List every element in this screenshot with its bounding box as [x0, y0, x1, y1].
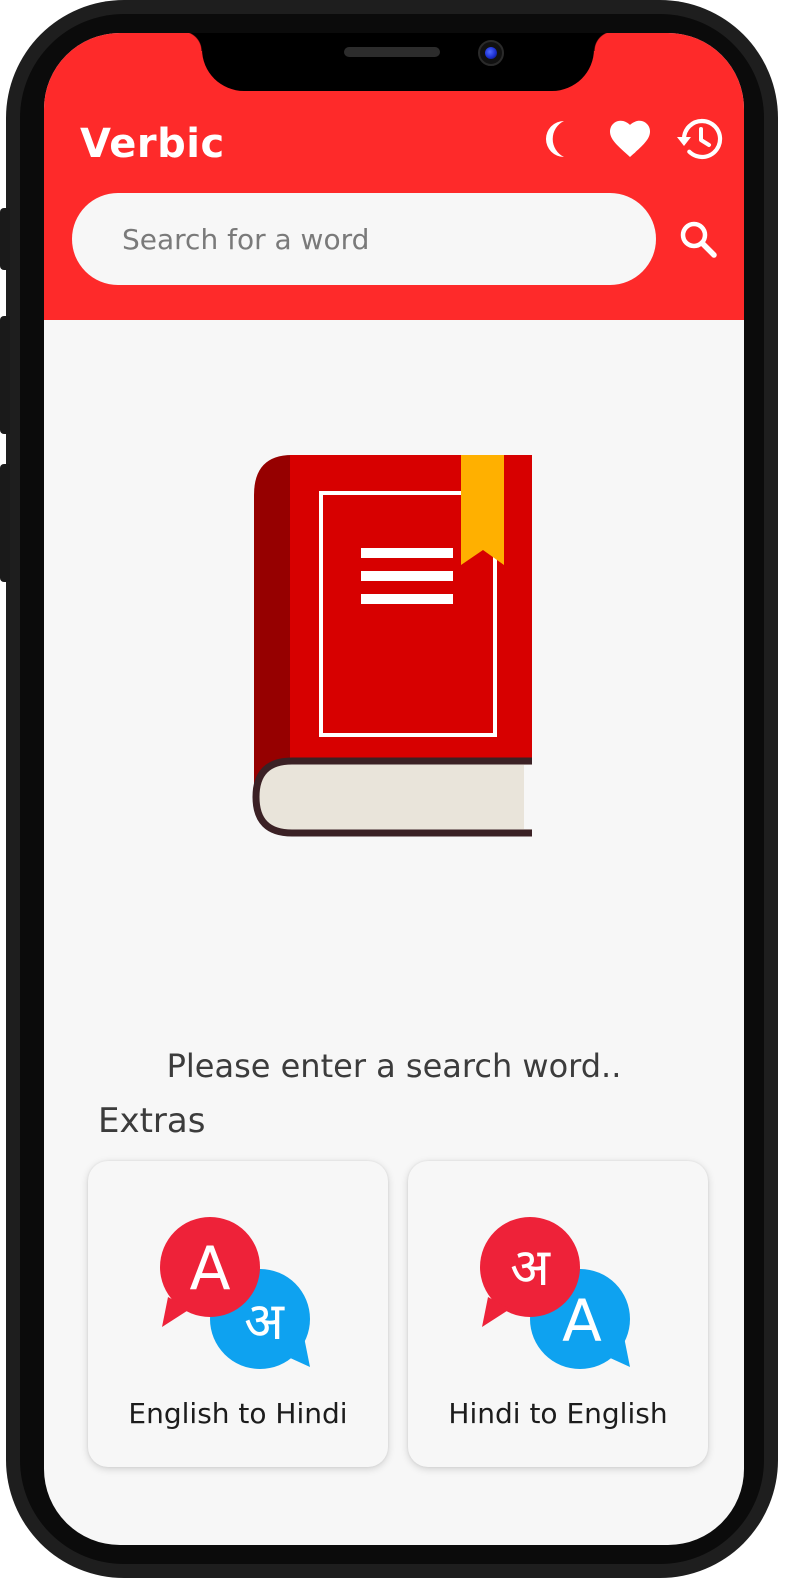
- search-input[interactable]: [120, 221, 624, 257]
- history-icon[interactable]: [676, 115, 724, 163]
- english-to-hindi-icon: अ A: [154, 1209, 324, 1379]
- svg-text:अ: अ: [510, 1238, 551, 1298]
- volume-down-button: [0, 464, 10, 582]
- mute-switch: [0, 208, 10, 270]
- svg-text:A: A: [189, 1234, 230, 1304]
- front-camera: [478, 40, 504, 66]
- app-title: Verbic: [80, 121, 225, 167]
- extras-heading: Extras: [98, 1101, 206, 1141]
- app-screen: Verbic Search for a word Please enter a …: [44, 33, 744, 1545]
- hindi-to-english-label: Hindi to English: [448, 1397, 668, 1430]
- volume-up-button: [0, 316, 10, 434]
- search-bar[interactable]: [72, 193, 656, 285]
- hindi-to-english-icon: A अ: [474, 1209, 644, 1379]
- hindi-to-english-card[interactable]: A अ Hindi to English: [408, 1161, 708, 1467]
- english-to-hindi-card[interactable]: अ A English to Hindi: [88, 1161, 388, 1467]
- empty-state-message: Please enter a search word..: [166, 1047, 622, 1085]
- phone-notch: [182, 33, 614, 91]
- phone-frame: Verbic Search for a word Please enter a …: [0, 0, 778, 1578]
- earpiece-speaker: [344, 47, 440, 57]
- svg-text:अ: अ: [244, 1292, 285, 1352]
- book-icon: [252, 453, 536, 837]
- english-to-hindi-label: English to Hindi: [128, 1397, 348, 1430]
- moon-icon[interactable]: [534, 115, 582, 163]
- search-icon[interactable]: [676, 217, 722, 263]
- heart-icon[interactable]: [606, 115, 654, 163]
